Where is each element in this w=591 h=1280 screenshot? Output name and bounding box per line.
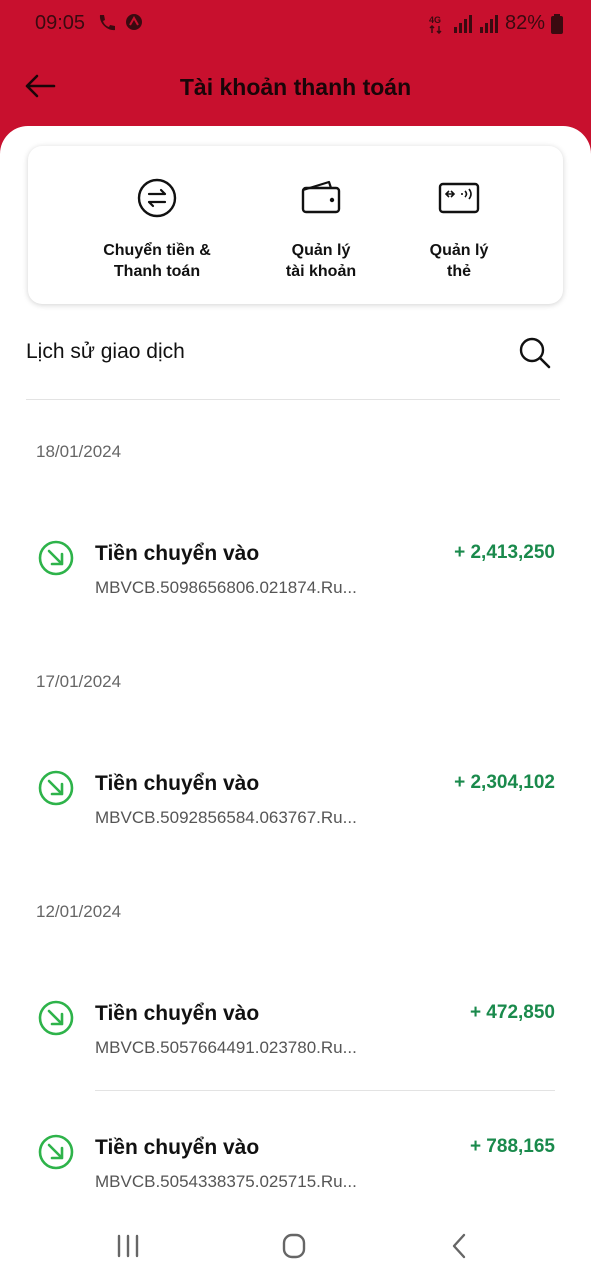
app-header: Tài khoản thanh toán <box>0 46 591 130</box>
transaction-title: Tiền chuyển vào <box>95 1136 260 1159</box>
divider <box>26 399 560 400</box>
manage-account-button[interactable]: Quản lý tài khoản <box>246 176 396 282</box>
system-navigation-bar <box>0 1212 591 1280</box>
transaction-item[interactable]: Tiền chuyển vào MBVCB.5092856584.063767.… <box>0 766 591 846</box>
transaction-amount: + 472,850 <box>469 1002 555 1023</box>
battery-icon <box>551 13 563 34</box>
history-title: Lịch sử giao dịch <box>26 340 185 363</box>
app-notification-icon <box>126 14 142 30</box>
date-header: 17/01/2024 <box>36 672 122 691</box>
transfer-icon <box>137 178 177 218</box>
status-bar: 09:05 4G 82% <box>0 0 591 46</box>
status-time: 09:05 <box>35 12 86 34</box>
transaction-amount: + 2,413,250 <box>454 542 555 563</box>
signal-icon <box>453 14 472 33</box>
status-right: 4G 82% <box>429 12 563 35</box>
call-icon <box>99 15 115 31</box>
incoming-arrow-icon <box>38 540 74 576</box>
manage-card-button[interactable]: Quản lý thẻ <box>384 176 534 282</box>
transaction-item[interactable]: Tiền chuyển vào MBVCB.5054338375.025715.… <box>0 1130 591 1210</box>
manage-card-label: Quản lý thẻ <box>429 242 489 280</box>
battery-percent: 82% <box>504 12 545 34</box>
transaction-description: MBVCB.5092856584.063767.Ru... <box>95 808 357 827</box>
date-header: 12/01/2024 <box>36 902 122 921</box>
transfer-payment-button[interactable]: Chuyển tiền & Thanh toán <box>82 176 232 282</box>
transaction-description: MBVCB.5054338375.025715.Ru... <box>95 1172 357 1191</box>
search-icon[interactable] <box>518 336 552 370</box>
divider <box>95 1090 555 1091</box>
transaction-amount: + 788,165 <box>469 1136 555 1157</box>
incoming-arrow-icon <box>38 1134 74 1170</box>
incoming-arrow-icon <box>38 1000 74 1036</box>
transaction-amount: + 2,304,102 <box>454 772 555 793</box>
page-title: Tài khoản thanh toán <box>179 74 412 100</box>
manage-account-label: Quản lý tài khoản <box>285 242 357 280</box>
transaction-title: Tiền chuyển vào <box>95 772 260 795</box>
date-header: 18/01/2024 <box>36 442 122 461</box>
svg-text:4G: 4G <box>429 15 441 25</box>
signal-icon-2 <box>479 14 498 33</box>
home-icon[interactable] <box>274 1230 314 1262</box>
transaction-item[interactable]: Tiền chuyển vào MBVCB.5057664491.023780.… <box>0 996 591 1076</box>
transaction-description: MBVCB.5057664491.023780.Ru... <box>95 1038 357 1057</box>
back-nav-icon[interactable] <box>440 1230 480 1262</box>
transaction-item[interactable]: Tiền chuyển vào MBVCB.5098656806.021874.… <box>0 536 591 616</box>
wallet-icon <box>301 180 341 214</box>
notification-icons <box>96 12 144 34</box>
transfer-payment-label: Chuyển tiền & Thanh toán <box>103 242 211 280</box>
recent-apps-icon[interactable] <box>108 1230 148 1262</box>
quick-actions-card: Chuyển tiền & Thanh toán Quản lý tài kho… <box>28 146 563 304</box>
transaction-title: Tiền chuyển vào <box>95 1002 260 1025</box>
content-sheet: Chuyển tiền & Thanh toán Quản lý tài kho… <box>0 126 591 1280</box>
card-icon <box>438 182 480 214</box>
transaction-description: MBVCB.5098656806.021874.Ru... <box>95 578 357 597</box>
network-4g-icon: 4G <box>429 15 442 34</box>
incoming-arrow-icon <box>38 770 74 806</box>
transaction-title: Tiền chuyển vào <box>95 542 260 565</box>
